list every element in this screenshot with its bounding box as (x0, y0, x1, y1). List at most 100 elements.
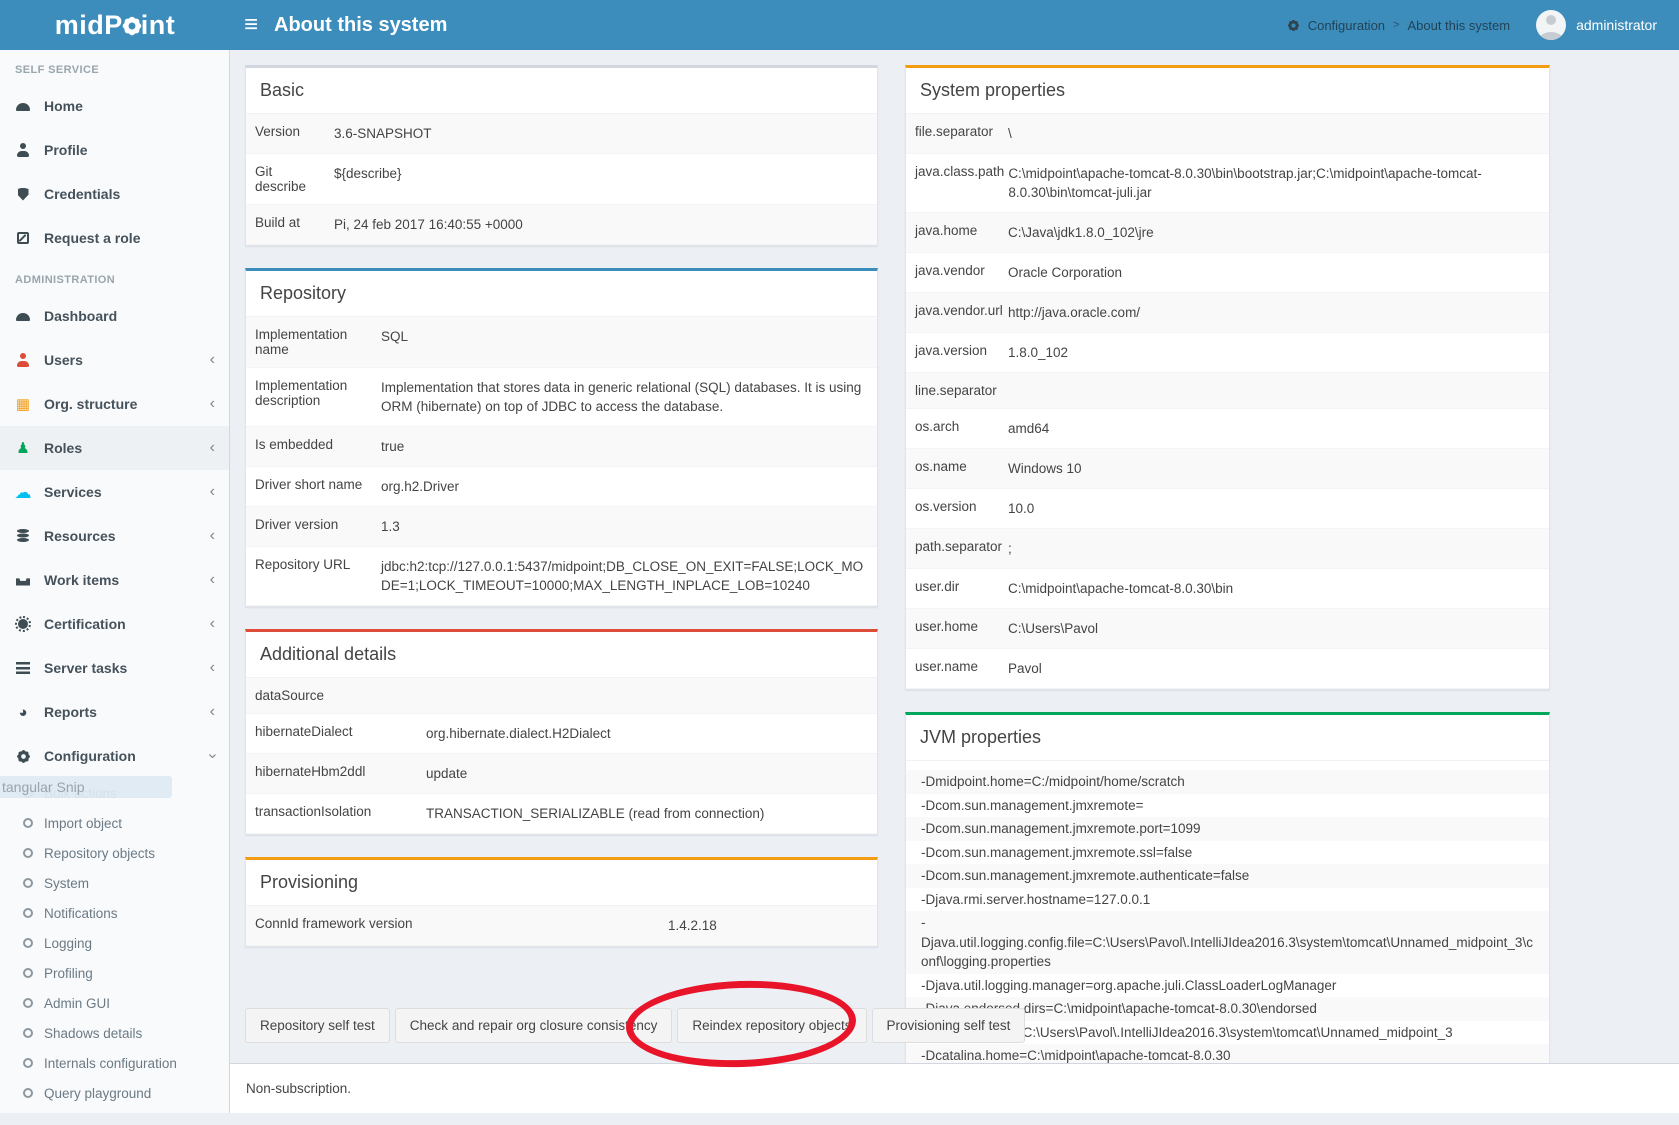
submenu-item-label: Import object (44, 816, 122, 831)
repository-self-test-button[interactable]: Repository self test (245, 1008, 390, 1043)
property-row: Implementation description Implementatio… (246, 368, 877, 427)
property-row: transactionIsolation TRANSACTION_SERIALI… (246, 794, 877, 834)
configuration-submenu-item[interactable]: Shadows details (0, 1018, 229, 1048)
jvm-argument: -Dcom.sun.management.jmxremote.port=1099 (906, 817, 1549, 841)
sidebar-item-services[interactable]: ☁ Services ‹ (0, 470, 229, 514)
provisioning-self-test-button[interactable]: Provisioning self test (872, 1008, 1026, 1043)
panel-title: System properties (906, 68, 1549, 114)
sidebar-item-users[interactable]: Users ‹ (0, 338, 229, 382)
submenu-item-label: System (44, 876, 89, 891)
circle-o-icon (23, 938, 33, 948)
property-value: SQL (379, 317, 877, 367)
property-row: java.vendor Oracle Corporation (906, 253, 1549, 293)
breadcrumb-page[interactable]: About this system (1407, 18, 1510, 33)
configuration-submenu-item[interactable]: Import object (0, 808, 229, 838)
check-and-repair-org-closure-button[interactable]: Check and repair org closure consistency (395, 1008, 673, 1043)
sidebar-item-dashboard[interactable]: Dashboard (0, 294, 229, 338)
circle-o-icon (23, 1028, 33, 1038)
chevron-left-icon: ‹ (210, 660, 215, 676)
property-row: Repository URL jdbc:h2:tcp://127.0.0.1:5… (246, 547, 877, 606)
main-content: Basic Version 3.6-SNAPSHOT Git describe … (230, 50, 1679, 1113)
submenu-item-label: Logging (44, 936, 92, 951)
property-row: Version 3.6-SNAPSHOT (246, 114, 877, 154)
jvm-argument: -Dcom.sun.management.jmxremote.ssl=false (906, 841, 1549, 865)
circle-o-icon (23, 848, 33, 858)
configuration-submenu-item[interactable]: Notifications (0, 898, 229, 928)
inbox-icon (14, 575, 32, 586)
property-row: java.version 1.8.0_102 (906, 333, 1549, 373)
jvm-argument: -Dmidpoint.home=C:/midpoint/home/scratch (906, 770, 1549, 794)
property-label: java.class.path (906, 154, 1006, 212)
property-label: os.version (906, 489, 1006, 528)
chevron-left-icon: ‹ (210, 484, 215, 500)
property-row: os.version 10.0 (906, 489, 1549, 529)
property-value: \ (1006, 114, 1549, 153)
property-label: hibernateHbm2ddl (246, 754, 424, 793)
sidebar-item-configuration[interactable]: Configuration ‹ (0, 734, 229, 778)
property-label: Is embedded (246, 427, 379, 466)
cloud-icon: ☁ (14, 484, 32, 501)
property-label: transactionIsolation (246, 794, 424, 833)
sidebar-item-resources[interactable]: Resources ‹ (0, 514, 229, 558)
configuration-submenu-item[interactable]: System (0, 868, 229, 898)
breadcrumb-section[interactable]: Configuration (1308, 18, 1385, 33)
role-icon: ♟ (14, 441, 32, 456)
property-row: hibernateHbm2ddl update (246, 754, 877, 794)
circle-o-icon (23, 998, 33, 1008)
property-row: Driver version 1.3 (246, 507, 877, 547)
property-label: java.vendor.url (906, 293, 1006, 332)
menu-toggle-icon[interactable]: ≡ (244, 13, 258, 37)
property-value: amd64 (1006, 409, 1549, 448)
property-label: Driver version (246, 507, 379, 546)
chevron-left-icon: ‹ (210, 352, 215, 368)
property-value: C:\midpoint\apache-tomcat-8.0.30\bin\boo… (1006, 154, 1549, 212)
configuration-submenu-item[interactable]: Query playground (0, 1078, 229, 1108)
shield-icon (14, 188, 32, 201)
chevron-left-icon: ‹ (210, 528, 215, 544)
property-value: org.h2.Driver (379, 467, 877, 506)
property-row: Implementation name SQL (246, 317, 877, 368)
sidebar-item-org-structure[interactable]: ▦ Org. structure ‹ (0, 382, 229, 426)
property-row: user.name Pavol (906, 649, 1549, 689)
configuration-submenu-item[interactable]: Logging (0, 928, 229, 958)
sidebar-item-credentials[interactable]: Credentials (0, 172, 229, 216)
submenu-item-label: Admin GUI (44, 996, 110, 1011)
circle-o-icon (23, 908, 33, 918)
sidebar-item-work-items[interactable]: Work items ‹ (0, 558, 229, 602)
property-label: Build at (246, 205, 332, 244)
sidebar-item-server-tasks[interactable]: Server tasks ‹ (0, 646, 229, 690)
sidebar-item-request-a-role[interactable]: Request a role (0, 216, 229, 260)
reindex-repository-objects-button[interactable]: Reindex repository objects (677, 1008, 866, 1043)
sidebar-item-roles[interactable]: ♟ Roles ‹ (0, 426, 229, 470)
panel-title: Repository (246, 271, 877, 317)
user-icon (14, 143, 32, 157)
jvm-argument: -Djava.rmi.server.hostname=127.0.0.1 (906, 888, 1549, 912)
configuration-submenu-item[interactable]: Repository objects (0, 838, 229, 868)
chevron-left-icon: ‹ (210, 572, 215, 588)
sidebar-item-profile[interactable]: Profile (0, 128, 229, 172)
configuration-submenu-item[interactable]: Admin GUI (0, 988, 229, 1018)
property-value: Windows 10 (1006, 449, 1549, 488)
midpoint-logo[interactable]: midPint (0, 0, 230, 50)
panel-title: JVM properties (906, 715, 1549, 761)
property-row: file.separator \ (906, 114, 1549, 154)
panel-title: Basic (246, 68, 877, 114)
sidebar-item-reports[interactable]: ◕ Reports ‹ (0, 690, 229, 734)
sidebar-item-home[interactable]: Home (0, 84, 229, 128)
tachometer-icon (14, 311, 32, 321)
panel-title: Additional details (246, 632, 877, 678)
sidebar-item-certification[interactable]: Certification ‹ (0, 602, 229, 646)
circle-o-icon (23, 818, 33, 828)
top-navbar: midPint ≡ About this system Configuratio… (0, 0, 1679, 50)
property-value: 10.0 (1006, 489, 1549, 528)
property-row: Git describe ${describe} (246, 154, 877, 205)
panel-jvm-properties: JVM properties -Dmidpoint.home=C:/midpoi… (905, 712, 1550, 1103)
database-icon (14, 529, 32, 543)
configuration-submenu-item[interactable]: Profiling (0, 958, 229, 988)
property-label: os.name (906, 449, 1006, 488)
property-row: os.arch amd64 (906, 409, 1549, 449)
jvm-argument: -Dcom.sun.management.jmxremote= (906, 794, 1549, 818)
submenu-item-label: Repository objects (44, 846, 155, 861)
configuration-submenu-item[interactable]: Internals configuration (0, 1048, 229, 1078)
user-menu[interactable]: administrator (1536, 10, 1657, 40)
